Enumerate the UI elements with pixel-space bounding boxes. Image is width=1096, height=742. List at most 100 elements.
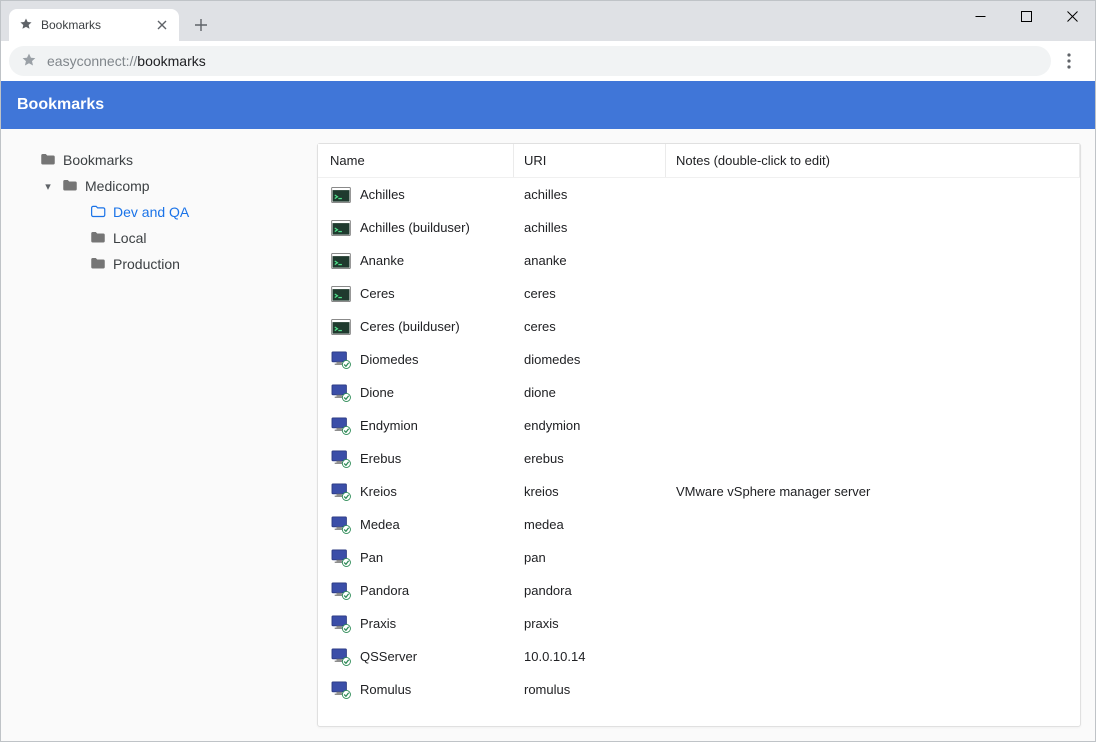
cell-name: Erebus <box>318 450 514 468</box>
cell-uri: diomedes <box>514 352 666 367</box>
cell-name: Ceres (builduser) <box>318 318 514 336</box>
table-body: Achilles achilles Achilles (builduser) achi… <box>318 178 1080 706</box>
table-row[interactable]: Dionedione <box>318 376 1080 409</box>
cell-name: Praxis <box>318 615 514 633</box>
tree-item-local[interactable]: Local <box>19 225 309 251</box>
column-header-name[interactable]: Name <box>318 144 514 177</box>
table-row[interactable]: Medeamedea <box>318 508 1080 541</box>
row-name: Pandora <box>360 583 409 598</box>
window-controls <box>957 1 1095 31</box>
minimize-button[interactable] <box>957 1 1003 31</box>
cell-uri: achilles <box>514 220 666 235</box>
cell-name: Endymion <box>318 417 514 435</box>
column-header-uri[interactable]: URI <box>514 144 666 177</box>
cell-name: Medea <box>318 516 514 534</box>
address-bar[interactable]: easyconnect://bookmarks <box>9 46 1051 76</box>
cell-notes[interactable]: VMware vSphere manager server <box>666 484 1080 499</box>
cell-name: Achilles (builduser) <box>318 219 514 237</box>
row-name: Achilles (builduser) <box>360 220 470 235</box>
cell-name: Pandora <box>318 582 514 600</box>
browser-tab[interactable]: Bookmarks <box>9 9 179 41</box>
table-row[interactable]: Praxis praxis <box>318 607 1080 640</box>
tree-root[interactable]: Bookmarks <box>19 147 309 173</box>
table-row[interactable]: Erebus erebus <box>318 442 1080 475</box>
tree-group-medicomp[interactable]: ▾ Medicomp <box>19 173 309 199</box>
table-row[interactable]: Diomedesdiomedes <box>318 343 1080 376</box>
row-name: Praxis <box>360 616 396 631</box>
cell-name: Ceres <box>318 285 514 303</box>
table-row[interactable]: Ceres ceres <box>318 277 1080 310</box>
address-path: bookmarks <box>137 53 205 69</box>
cell-uri: medea <box>514 517 666 532</box>
cell-name: Kreios <box>318 483 514 501</box>
table-row[interactable]: Achilles achilles <box>318 178 1080 211</box>
row-name: QSServer <box>360 649 417 664</box>
table-header: Name URI Notes (double-click to edit) <box>318 144 1080 178</box>
rdp-icon <box>330 516 352 534</box>
row-name: Ananke <box>360 253 404 268</box>
maximize-button[interactable] <box>1003 1 1049 31</box>
close-tab-button[interactable] <box>153 17 171 33</box>
rdp-icon <box>330 549 352 567</box>
cell-uri: dione <box>514 385 666 400</box>
bookmark-list-panel: Name URI Notes (double-click to edit) Ac… <box>317 143 1081 727</box>
table-row[interactable]: Endymion endymion <box>318 409 1080 442</box>
terminal-icon <box>330 285 352 303</box>
cell-uri: romulus <box>514 682 666 697</box>
bookmark-star-icon <box>21 52 37 71</box>
row-name: Pan <box>360 550 383 565</box>
titlebar: Bookmarks <box>1 1 1095 41</box>
table-row[interactable]: KreioskreiosVMware vSphere manager serve… <box>318 475 1080 508</box>
cell-name: Dione <box>318 384 514 402</box>
app-window: Bookmarks easyconnect://bookmark <box>0 0 1096 742</box>
cell-uri: ananke <box>514 253 666 268</box>
cell-uri: ceres <box>514 286 666 301</box>
terminal-icon <box>330 318 352 336</box>
close-window-button[interactable] <box>1049 1 1095 31</box>
cell-uri: endymion <box>514 418 666 433</box>
address-bar-row: easyconnect://bookmarks <box>1 41 1095 81</box>
table-row[interactable]: QSServer 10.0.10.14 <box>318 640 1080 673</box>
row-name: Romulus <box>360 682 411 697</box>
table-row[interactable]: Ananke ananke <box>318 244 1080 277</box>
table-row[interactable]: Achilles (builduser) achilles <box>318 211 1080 244</box>
cell-uri: praxis <box>514 616 666 631</box>
cell-name: Pan <box>318 549 514 567</box>
table-row[interactable]: Pan pan <box>318 541 1080 574</box>
tree-label: Production <box>113 256 180 272</box>
table-row[interactable]: Romulus romulus <box>318 673 1080 706</box>
cell-uri: ceres <box>514 319 666 334</box>
rdp-icon <box>330 582 352 600</box>
row-name: Erebus <box>360 451 401 466</box>
table-scroll[interactable]: Name URI Notes (double-click to edit) Ac… <box>318 144 1080 726</box>
tab-title: Bookmarks <box>41 18 153 32</box>
rdp-icon <box>330 615 352 633</box>
column-header-notes[interactable]: Notes (double-click to edit) <box>666 144 1080 177</box>
row-name: Ceres <box>360 286 395 301</box>
table-row[interactable]: Pandora pandora <box>318 574 1080 607</box>
page-header: Bookmarks <box>1 81 1095 129</box>
cell-uri: pandora <box>514 583 666 598</box>
new-tab-button[interactable] <box>187 11 215 39</box>
cell-uri: pan <box>514 550 666 565</box>
row-name: Endymion <box>360 418 418 433</box>
cell-name: Achilles <box>318 186 514 204</box>
address-scheme: easyconnect:// <box>47 53 137 69</box>
folder-icon <box>61 177 79 195</box>
folder-outline-icon <box>89 203 107 221</box>
cell-uri: erebus <box>514 451 666 466</box>
chevron-down-icon[interactable]: ▾ <box>41 180 55 193</box>
tree-item-dev-and-qa[interactable]: Dev and QA <box>19 199 309 225</box>
table-row[interactable]: Ceres (builduser)ceres <box>318 310 1080 343</box>
terminal-icon <box>330 219 352 237</box>
terminal-icon <box>330 186 352 204</box>
cell-uri: achilles <box>514 187 666 202</box>
rdp-icon <box>330 483 352 501</box>
cell-uri: kreios <box>514 484 666 499</box>
cell-uri: 10.0.10.14 <box>514 649 666 664</box>
row-name: Achilles <box>360 187 405 202</box>
cell-name: Ananke <box>318 252 514 270</box>
menu-button[interactable] <box>1051 46 1087 76</box>
tree-label: Bookmarks <box>63 152 133 168</box>
tree-item-production[interactable]: Production <box>19 251 309 277</box>
